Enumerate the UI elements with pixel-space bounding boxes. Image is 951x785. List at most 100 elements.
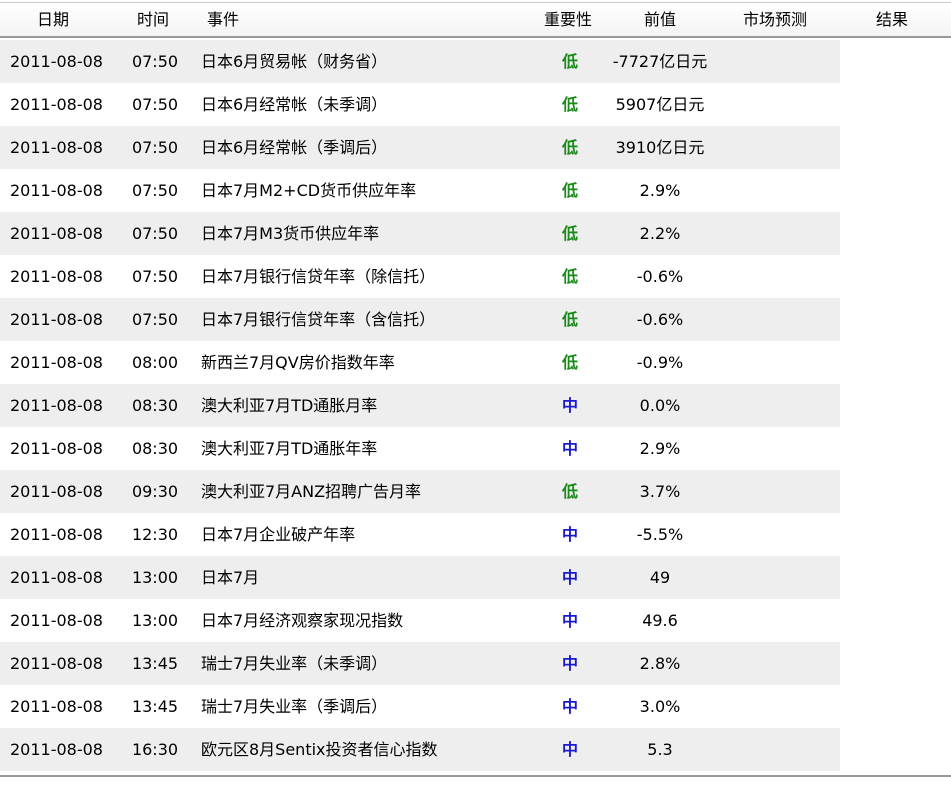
row-date: 2011-08-08: [10, 353, 103, 372]
row-result: [850, 556, 930, 599]
row-time: 07:50: [131, 95, 179, 114]
row-forecast: [730, 126, 825, 169]
row-time: 08:00: [131, 353, 179, 372]
row-result: [850, 126, 930, 169]
row-time: 13:00: [131, 611, 179, 630]
row-time: 07:50: [131, 267, 179, 286]
row-event: 日本7月银行信贷年率（含信托）: [201, 310, 436, 329]
row-importance: 中: [561, 396, 578, 415]
row-forecast: [730, 513, 825, 556]
row-result: [850, 599, 930, 642]
header-forecast: 市场预测: [743, 10, 808, 29]
table-row: 2011-08-08 07:50 日本7月银行信贷年率（含信托） 低 -0.6%: [0, 298, 840, 341]
row-forecast: [730, 556, 825, 599]
row-previous: 49.6: [642, 611, 678, 630]
table-row: 2011-08-08 07:50 日本6月经常帐（季调后） 低 3910亿日元: [0, 126, 840, 169]
table-row: 2011-08-08 07:50 日本7月M2+CD货币供应年率 低 2.9%: [0, 169, 840, 212]
row-event: 日本7月银行信贷年率（除信托）: [201, 267, 436, 286]
row-time: 07:50: [131, 138, 179, 157]
calendar-table-body: 2011-08-08 07:50 日本6月贸易帐（财务省）低 -7727亿日元 2011…: [0, 40, 840, 771]
row-event: 澳大利亚7月ANZ招聘广告月率: [201, 482, 422, 501]
row-previous: -5.5%: [636, 525, 684, 544]
row-importance: 低: [561, 224, 578, 243]
row-date: 2011-08-08: [10, 138, 103, 157]
row-forecast: [730, 728, 825, 771]
row-event: 日本7月M2+CD货币供应年率: [201, 181, 417, 200]
row-date: 2011-08-08: [10, 95, 103, 114]
row-importance: 低: [561, 482, 578, 501]
row-time: 16:30: [131, 740, 179, 759]
row-time: 08:30: [131, 439, 179, 458]
row-importance: 中: [561, 439, 578, 458]
row-forecast: [730, 642, 825, 685]
header-event: 事件: [207, 10, 240, 29]
row-importance: 中: [561, 697, 578, 716]
row-forecast: [730, 470, 825, 513]
row-result: [850, 685, 930, 728]
row-previous: -7727亿日元: [612, 52, 708, 71]
row-importance: 低: [561, 353, 578, 372]
row-importance: 低: [561, 267, 578, 286]
row-previous: 3.7%: [639, 482, 681, 501]
row-importance: 低: [561, 310, 578, 329]
row-result: [850, 298, 930, 341]
row-time: 08:30: [131, 396, 179, 415]
row-importance: 中: [561, 654, 578, 673]
row-result: [850, 728, 930, 771]
row-importance: 中: [561, 525, 578, 544]
row-date: 2011-08-08: [10, 697, 103, 716]
row-time: 13:00: [131, 568, 179, 587]
row-time: 13:45: [131, 654, 179, 673]
table-row: 2011-08-08 07:50 日本7月M3货币供应年率 低 2.2%: [0, 212, 840, 255]
row-previous: 0.0%: [639, 396, 681, 415]
row-date: 2011-08-08: [10, 482, 103, 501]
row-forecast: [730, 298, 825, 341]
row-date: 2011-08-08: [10, 654, 103, 673]
header-previous: 前值: [644, 10, 677, 29]
row-event: 澳大利亚7月TD通胀月率: [201, 396, 378, 415]
header-importance: 重要性: [544, 10, 593, 29]
table-header: 日期 时间 事件 重要性 前值 市场预测 结果: [0, 3, 951, 38]
row-date: 2011-08-08: [10, 439, 103, 458]
row-time: 07:50: [131, 181, 179, 200]
table-row: 2011-08-08 16:30 欧元区8月Sentix投资者信心指数 中 5.3: [0, 728, 840, 771]
table-row: 2011-08-08 08:00 新西兰7月QV房价指数年率 低 -0.9%: [0, 341, 840, 384]
row-time: 07:50: [131, 52, 179, 71]
row-date: 2011-08-08: [10, 224, 103, 243]
table-row: 2011-08-08 07:50 日本6月贸易帐（财务省） 低 -7727亿日元: [0, 40, 840, 83]
row-date: 2011-08-08: [10, 267, 103, 286]
row-result: [850, 40, 930, 83]
table-row: 2011-08-08 08:30 澳大利亚7月TD通胀月率 中 0.0%: [0, 384, 840, 427]
row-previous: -0.6%: [636, 310, 684, 329]
row-event: 欧元区8月Sentix投资者信心指数: [201, 740, 438, 759]
row-time: 12:30: [131, 525, 179, 544]
row-forecast: [730, 341, 825, 384]
bottom-divider: [0, 775, 951, 777]
header-date: 日期: [37, 10, 70, 29]
row-date: 2011-08-08: [10, 310, 103, 329]
table-row: 2011-08-08 13:45 瑞士7月失业率（季调后） 中 3.0%: [0, 685, 840, 728]
table-row: 2011-08-08 13:00 日本7月 中 49: [0, 556, 840, 599]
row-result: [850, 470, 930, 513]
row-forecast: [730, 83, 825, 126]
row-event: 日本7月企业破产年率: [201, 525, 356, 544]
row-previous: 2.2%: [639, 224, 681, 243]
row-event: 日本6月经常帐（未季调）: [201, 95, 388, 114]
row-forecast: [730, 212, 825, 255]
row-previous: 49: [649, 568, 671, 587]
row-forecast: [730, 427, 825, 470]
row-date: 2011-08-08: [10, 568, 103, 587]
row-forecast: [730, 169, 825, 212]
row-importance: 低: [561, 95, 578, 114]
row-date: 2011-08-08: [10, 740, 103, 759]
row-previous: -0.9%: [636, 353, 684, 372]
row-importance: 低: [561, 181, 578, 200]
row-result: [850, 513, 930, 556]
row-result: [850, 341, 930, 384]
row-previous: 2.9%: [639, 181, 681, 200]
row-importance: 中: [561, 740, 578, 759]
row-importance: 低: [561, 52, 578, 71]
row-date: 2011-08-08: [10, 181, 103, 200]
row-previous: 5907亿日元: [615, 95, 705, 114]
row-date: 2011-08-08: [10, 611, 103, 630]
